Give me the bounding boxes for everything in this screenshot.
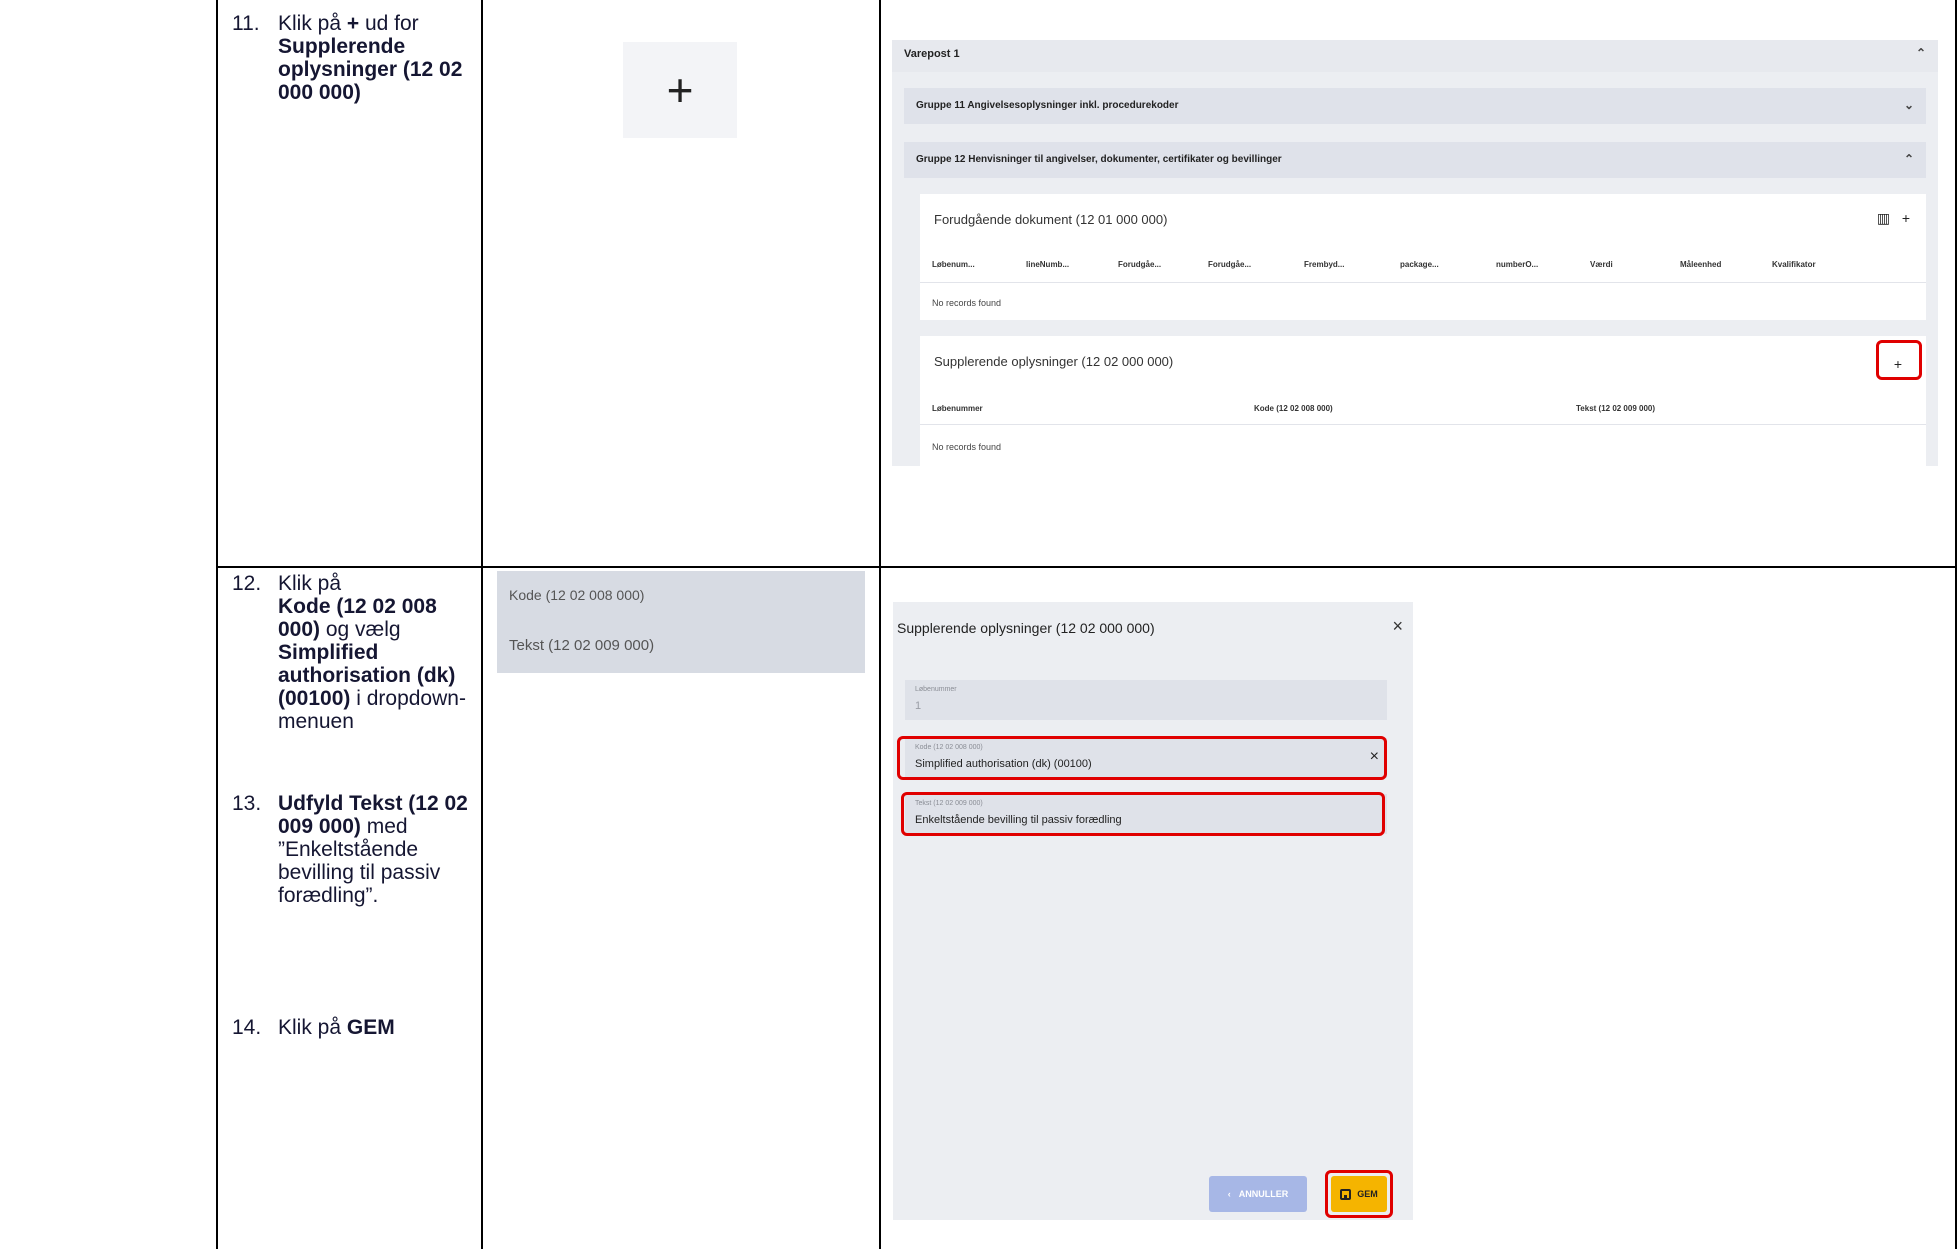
gruppe-12-header[interactable]: Gruppe 12 Henvisninger til angivelser, d…	[904, 142, 1926, 178]
column-header[interactable]: lineNumb...	[1026, 260, 1118, 269]
table-border	[481, 0, 483, 1249]
panel-supplerende-oplysninger: Supplerende oplysninger (12 02 000 000) …	[920, 336, 1926, 466]
column-header[interactable]: Frembyd...	[1304, 260, 1400, 269]
empty-state: No records found	[932, 298, 1002, 308]
chevron-down-icon[interactable]: ⌄	[1904, 98, 1914, 112]
dropdown-fragment: Kode (12 02 008 000) Tekst (12 02 009 00…	[497, 571, 865, 673]
chevron-left-icon: ‹	[1227, 1189, 1231, 1199]
plus-icon: +	[666, 64, 694, 116]
step-body: Kode (12 02 008 000) og vælg Simplified …	[232, 595, 472, 733]
table-header: Løbenum... lineNumb... Forudgåe... Forud…	[920, 260, 1926, 269]
step-text: og vælg	[320, 618, 401, 641]
columns-icon[interactable]: ▥	[1877, 210, 1890, 226]
highlight-box	[1876, 340, 1922, 380]
step-bold: GEM	[346, 1016, 395, 1039]
field-value: 1	[915, 700, 922, 712]
step-12: 12. Klik på Kode (12 02 008 000) og vælg …	[232, 572, 472, 733]
step-bold: +	[346, 12, 360, 35]
step-11: 11. Klik på + ud for Supplerende oplysnin…	[232, 12, 472, 104]
dialog-title: Supplerende oplysninger (12 02 000 000)	[897, 620, 1155, 636]
varepost-header[interactable]: Varepost 1 ⌃	[892, 40, 1938, 72]
column-header[interactable]: package...	[1400, 260, 1496, 269]
screenshot-dialog: Supplerende oplysninger (12 02 000 000) …	[893, 602, 1413, 1220]
step-number: 12.	[232, 572, 262, 595]
gruppe-11-header[interactable]: Gruppe 11 Angivelsesoplysninger inkl. pr…	[904, 88, 1926, 124]
step-14: 14. Klik på GEM	[232, 1016, 472, 1039]
column-header[interactable]: Værdi	[1590, 260, 1680, 269]
highlight-box	[897, 736, 1387, 780]
step-text: ud for	[359, 12, 419, 35]
step-text: Klik på	[278, 12, 347, 35]
column-header[interactable]: Måleenhed	[1680, 260, 1772, 269]
button-label: ANNULLER	[1238, 1189, 1289, 1199]
step-number: 13.	[232, 792, 262, 815]
dropdown-option-tekst[interactable]: Tekst (12 02 009 000)	[509, 637, 654, 654]
column-header[interactable]: Forudgåe...	[1208, 260, 1304, 269]
chevron-up-icon[interactable]: ⌃	[1904, 152, 1914, 166]
chevron-up-icon[interactable]: ⌃	[1916, 46, 1926, 60]
table-border	[1955, 0, 1957, 1249]
annuller-button[interactable]: ‹ ANNULLER	[1209, 1176, 1307, 1212]
table-header: Løbenummer Kode (12 02 008 000) Tekst (1…	[920, 404, 1926, 413]
plus-tile-icon: +	[623, 42, 737, 138]
gruppe-11-title: Gruppe 11 Angivelsesoplysninger inkl. pr…	[916, 100, 1179, 111]
gruppe-12-title: Gruppe 12 Henvisninger til angivelser, d…	[916, 154, 1282, 165]
column-header[interactable]: Løbenum...	[932, 260, 1026, 269]
panel-forudgaende-dokument: Forudgående dokument (12 01 000 000) ▥ +…	[920, 194, 1926, 320]
step-13: 13. Udfyld Tekst (12 02 009 000) med ”En…	[232, 792, 472, 907]
panel-tools: ▥ +	[1877, 210, 1910, 227]
field-label: Løbenummer	[915, 686, 957, 693]
panel-title: Forudgående dokument (12 01 000 000)	[934, 212, 1168, 227]
screenshot-varepost: Varepost 1 ⌃ Gruppe 11 Angivelsesoplysni…	[892, 40, 1938, 466]
column-header[interactable]: numberO...	[1496, 260, 1590, 269]
divider	[920, 282, 1926, 283]
column-header[interactable]: Forudgåe...	[1118, 260, 1208, 269]
table-border	[216, 0, 218, 1249]
column-header[interactable]: Tekst (12 02 009 000)	[1576, 404, 1876, 413]
table-border	[879, 0, 881, 1249]
column-header[interactable]: Kvalifikator	[1772, 260, 1862, 269]
add-icon[interactable]: +	[1902, 210, 1910, 226]
highlight-box	[1325, 1170, 1393, 1218]
divider	[920, 424, 1926, 425]
highlight-box	[901, 792, 1385, 836]
step-number: 11.	[232, 12, 260, 35]
step-text: Klik på	[278, 572, 342, 595]
close-icon[interactable]: ×	[1392, 616, 1403, 637]
empty-state: No records found	[932, 442, 1002, 452]
dropdown-option-kode[interactable]: Kode (12 02 008 000)	[509, 587, 644, 603]
column-header[interactable]: Løbenummer	[932, 404, 1254, 413]
lobenummer-field: Løbenummer 1	[905, 680, 1387, 720]
step-bold: Supplerende oplysninger (12 02 000 000)	[278, 35, 463, 104]
varepost-title: Varepost 1	[904, 48, 960, 60]
table-row-divider	[216, 566, 1957, 568]
step-text: Klik på	[278, 1016, 347, 1039]
step-number: 14.	[232, 1016, 262, 1039]
column-header[interactable]: Kode (12 02 008 000)	[1254, 404, 1576, 413]
panel-title: Supplerende oplysninger (12 02 000 000)	[934, 354, 1174, 369]
